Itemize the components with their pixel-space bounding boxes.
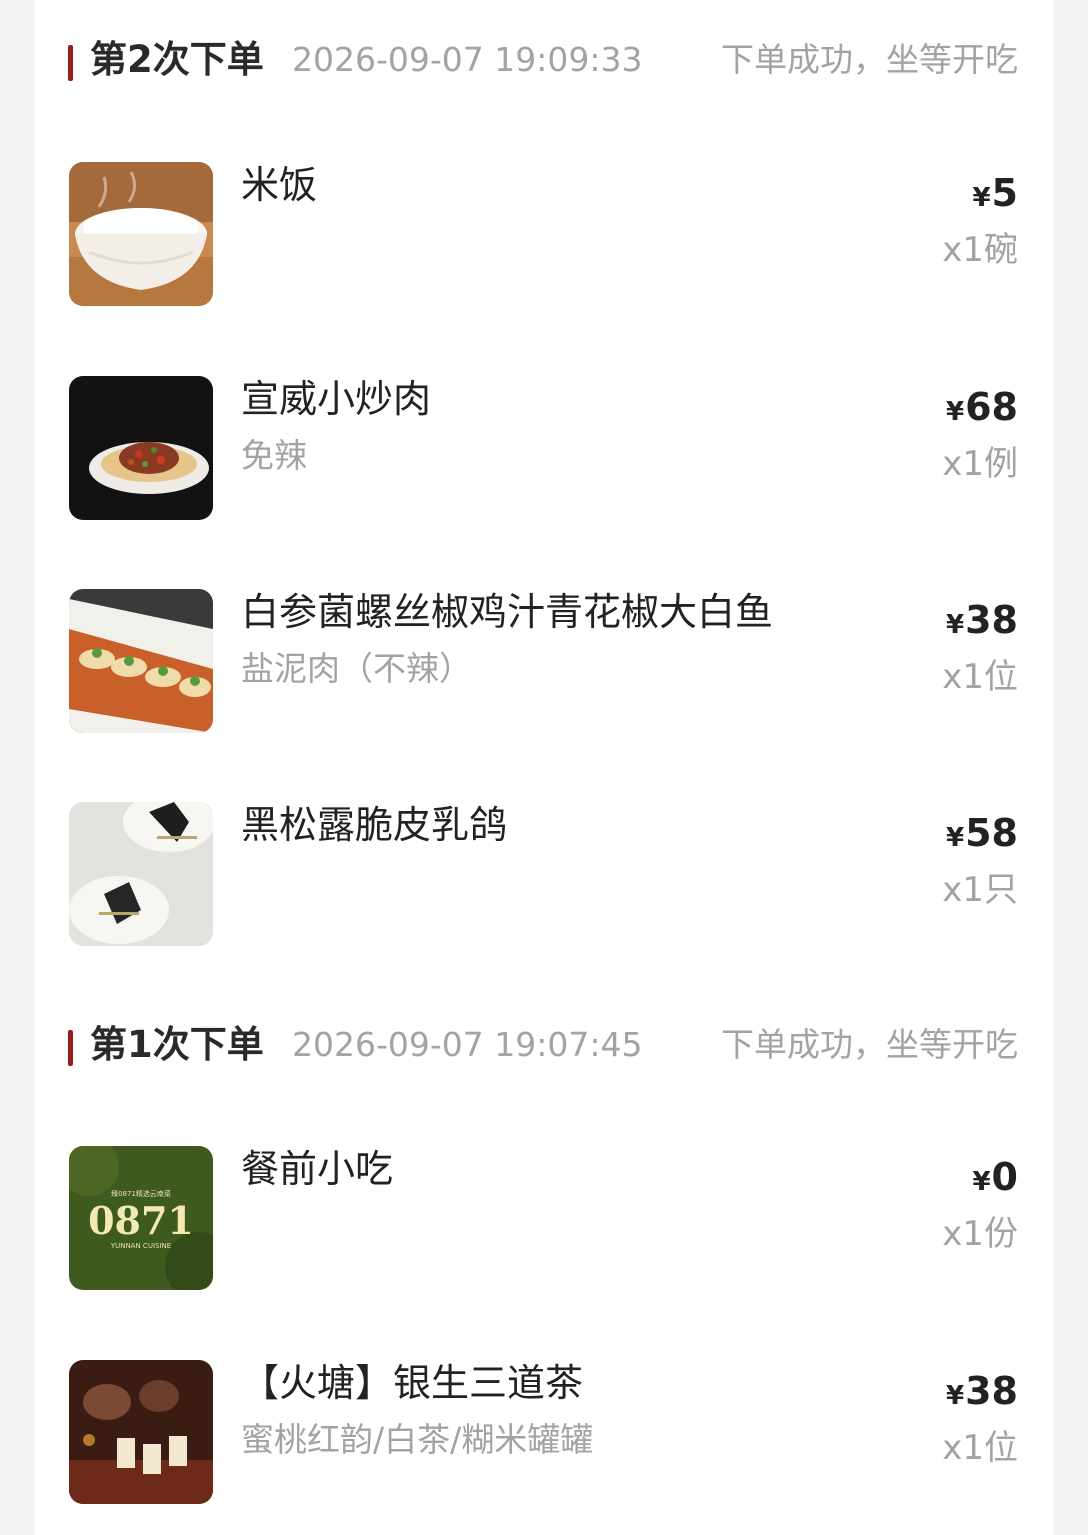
- item-price: ¥38: [946, 597, 1018, 648]
- item-name: 黑松露脆皮乳鸽: [241, 803, 508, 847]
- item-note: 盐泥肉（不辣）: [241, 649, 472, 688]
- stir-fried-pork-image: [69, 376, 213, 520]
- logo-top-text: 臻0871精选云南菜: [111, 1189, 171, 1198]
- order-list-card: 第2次下单 2026-09-07 19:09:33 下单成功，坐等开吃 米饭 ¥…: [35, 0, 1053, 1535]
- restaurant-logo-image: 臻0871精选云南菜 0871 YUNNAN CUISINE: [69, 1146, 213, 1290]
- item-quantity: x1份: [942, 1214, 1018, 1254]
- order-accent-bar: [68, 45, 73, 81]
- tea-set-image: [69, 1360, 213, 1504]
- item-quantity: x1例: [942, 444, 1018, 484]
- order-header: 第1次下单 2026-09-07 19:07:45 下单成功，坐等开吃: [35, 1020, 1053, 1070]
- item-name: 宣威小炒肉: [241, 377, 432, 421]
- item-quantity: x1碗: [942, 230, 1018, 270]
- order-item[interactable]: 宣威小炒肉 免辣 ¥68 x1例: [35, 376, 1053, 521]
- item-name: 餐前小吃: [241, 1147, 394, 1191]
- item-name: 米饭: [241, 163, 318, 207]
- logo-text: 0871: [88, 1198, 194, 1243]
- item-note: 免辣: [241, 436, 307, 475]
- item-price: ¥38: [946, 1368, 1018, 1419]
- item-name: 【火塘】银生三道茶: [241, 1361, 584, 1405]
- item-quantity: x1只: [942, 870, 1018, 910]
- rice-bowl-image: [69, 162, 213, 306]
- item-quantity: x1位: [942, 657, 1018, 697]
- item-note: 蜜桃红韵/白茶/糊米罐罐: [241, 1420, 594, 1459]
- order-time: 2026-09-07 19:07:45: [292, 1025, 643, 1064]
- truffle-pigeon-image: [69, 802, 213, 946]
- order-item[interactable]: 白参菌螺丝椒鸡汁青花椒大白鱼 盐泥肉（不辣） ¥38 x1位: [35, 589, 1053, 734]
- order-title: 第1次下单: [90, 1023, 264, 1066]
- price-value: 5: [991, 171, 1018, 215]
- currency-symbol: ¥: [946, 1381, 965, 1411]
- order-title: 第2次下单: [90, 38, 264, 81]
- order-item[interactable]: 黑松露脆皮乳鸽 ¥58 x1只: [35, 802, 1053, 947]
- currency-symbol: ¥: [946, 397, 965, 427]
- price-value: 0: [991, 1155, 1018, 1199]
- order-status: 下单成功，坐等开吃: [721, 40, 1018, 79]
- item-name: 白参菌螺丝椒鸡汁青花椒大白鱼: [241, 590, 774, 634]
- order-status: 下单成功，坐等开吃: [721, 1025, 1018, 1064]
- logo-subtitle: YUNNAN CUISINE: [110, 1242, 171, 1250]
- order-item[interactable]: 【火塘】银生三道茶 蜜桃红韵/白茶/糊米罐罐 ¥38 x1位: [35, 1360, 1053, 1505]
- price-value: 38: [965, 598, 1018, 642]
- item-price: ¥5: [972, 170, 1018, 221]
- order-header: 第2次下单 2026-09-07 19:09:33 下单成功，坐等开吃: [35, 35, 1053, 85]
- item-quantity: x1位: [942, 1428, 1018, 1468]
- order-time: 2026-09-07 19:09:33: [292, 40, 643, 79]
- item-price: ¥0: [972, 1154, 1018, 1205]
- currency-symbol: ¥: [946, 823, 965, 853]
- item-price: ¥58: [946, 810, 1018, 861]
- price-value: 68: [965, 385, 1018, 429]
- order-item[interactable]: 臻0871精选云南菜 0871 YUNNAN CUISINE 餐前小吃 ¥0 x…: [35, 1146, 1053, 1291]
- currency-symbol: ¥: [946, 610, 965, 640]
- item-price: ¥68: [946, 384, 1018, 435]
- currency-symbol: ¥: [972, 183, 991, 213]
- currency-symbol: ¥: [972, 1167, 991, 1197]
- white-fish-image: [69, 589, 213, 733]
- order-accent-bar: [68, 1030, 73, 1066]
- price-value: 58: [965, 811, 1018, 855]
- price-value: 38: [965, 1369, 1018, 1413]
- order-item[interactable]: 米饭 ¥5 x1碗: [35, 162, 1053, 307]
